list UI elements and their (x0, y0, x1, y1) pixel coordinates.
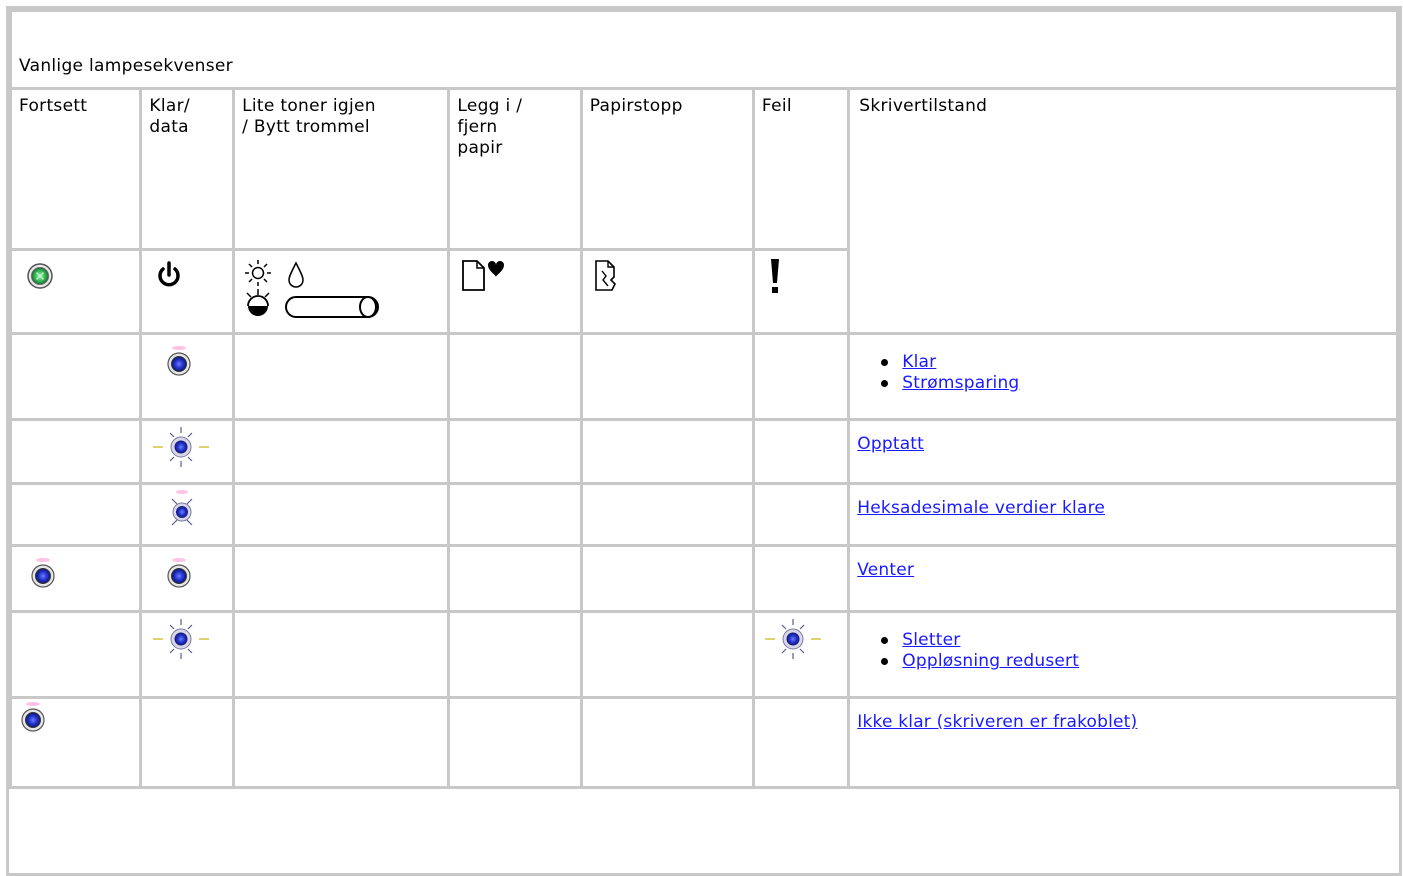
header-icon-cell-feil (751, 248, 851, 335)
state-cell: Klar Strømsparing (847, 332, 1399, 421)
header-icon-cell-fortsett (8, 248, 143, 335)
paper-jam-icon (594, 260, 616, 291)
list-item: Strømsparing (881, 373, 1403, 394)
state-cell: Opptatt (847, 418, 1399, 485)
state-link-stromsparing[interactable]: Strømsparing (902, 373, 1019, 394)
power-ready-icon (158, 261, 181, 287)
ready-light-blinking-icon (153, 427, 210, 467)
table-row: Klar Strømsparing (8, 332, 1399, 421)
state-link-klar[interactable]: Klar (902, 352, 936, 373)
state-link-opptatt[interactable]: Opptatt (857, 434, 924, 455)
list-item: Sletter (881, 630, 1403, 651)
table-row: Ikke klar (skriveren er frakoblet) (8, 696, 1399, 789)
column-header-papir: Legg i / fjern papir (447, 87, 583, 251)
caption-cell: Vanlige lampesekvenser (9, 9, 1399, 90)
list-item: Oppløsning redusert (881, 651, 1403, 672)
column-header-klar: Klar/ data (139, 87, 236, 251)
continue-light-icon (27, 263, 53, 289)
light-sequence-table-frame: Vanlige lampesekvenser Fortsett Klar/ da… (6, 6, 1402, 876)
toner-drum-icon (245, 260, 380, 318)
load-paper-icon (462, 260, 505, 291)
table-caption: Vanlige lampesekvenser (19, 56, 233, 76)
column-header-skrivertilstand: Skrivertilstand (847, 87, 1399, 335)
light-sequence-table: Vanlige lampesekvenser Fortsett Klar/ da… (8, 9, 1399, 789)
table-row: Sletter Oppløsning redusert (8, 610, 1399, 699)
column-header-fortsett: Fortsett (8, 87, 143, 251)
state-link-venter[interactable]: Venter (857, 560, 914, 581)
column-header-papirstopp: Papirstopp (579, 87, 755, 251)
state-link-sletter[interactable]: Sletter (902, 630, 960, 651)
state-cell: Venter (847, 544, 1399, 613)
ready-light-blinking-icon (153, 619, 210, 659)
state-cell: Heksadesimale verdier klare (847, 482, 1399, 547)
column-header-toner: Lite toner igjen / Bytt trommel (232, 87, 451, 251)
state-link-ikke-klar[interactable]: Ikke klar (skriveren er frakoblet) (857, 712, 1137, 733)
state-list: Klar Strømsparing (881, 352, 1403, 394)
continue-light-on-icon (31, 558, 55, 588)
header-icon-cell-papir (447, 248, 583, 335)
header-icon-cell-toner (232, 248, 451, 335)
ready-light-blinking-small-icon (171, 490, 193, 526)
column-header-feil: Feil (751, 87, 851, 251)
header-icon-cell-papirstopp (579, 248, 755, 335)
state-list: Sletter Oppløsning redusert (881, 630, 1403, 672)
list-item: Klar (881, 352, 1403, 373)
header-icon-cell-klar (139, 248, 236, 335)
state-cell: Sletter Oppløsning redusert (847, 610, 1399, 699)
ready-light-on-icon (167, 346, 191, 376)
continue-light-on-icon (21, 702, 45, 732)
table-row: Venter (8, 544, 1399, 613)
state-link-opplosning-redusert[interactable]: Oppløsning redusert (902, 651, 1079, 672)
state-cell: Ikke klar (skriveren er frakoblet) (847, 696, 1399, 789)
error-light-blinking-icon (764, 619, 821, 659)
ready-light-on-icon (167, 558, 191, 588)
error-exclamation-icon (770, 259, 779, 293)
table-row: Heksadesimale verdier klare (8, 482, 1399, 547)
state-link-heksadesimale[interactable]: Heksadesimale verdier klare (857, 498, 1105, 519)
table-row: Opptatt (8, 418, 1399, 485)
